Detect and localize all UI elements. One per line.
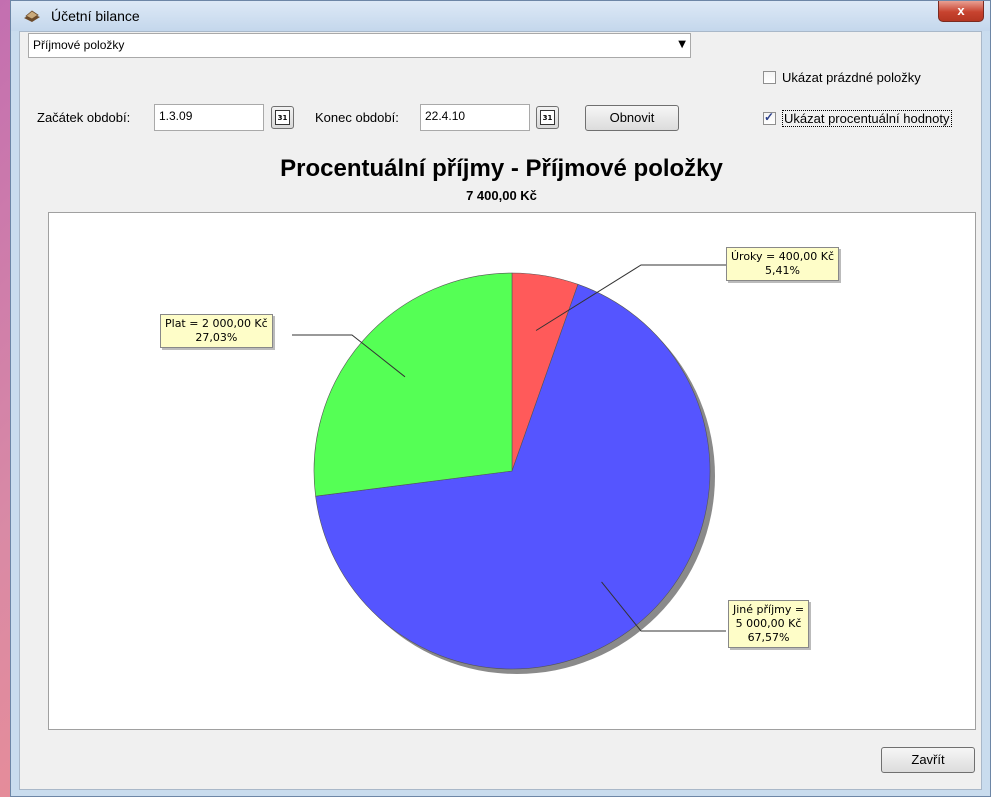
start-date-calendar-button[interactable]: 31 <box>271 106 294 129</box>
show-percent-checkbox-row[interactable]: ✓ Ukázat procentuální hodnoty <box>763 110 952 127</box>
pie-slice-2 <box>313 272 513 497</box>
end-date-label: Konec období: <box>315 110 399 125</box>
show-empty-checkbox[interactable] <box>763 71 776 84</box>
callout-jine-prijmy: Jiné příjmy = 5 000,00 Kč 67,57% <box>728 600 810 648</box>
callout-uroky-line1: Úroky = 400,00 Kč <box>731 250 835 263</box>
app-icon <box>24 10 40 22</box>
close-icon: x <box>957 3 965 18</box>
window: Účetní bilance x Příjmové položky ▼ Ukáz… <box>10 0 991 797</box>
window-title: Účetní bilance <box>51 8 140 24</box>
callout-uroky-line2: 5,41% <box>765 264 800 277</box>
callout-jine-line3: 67,57% <box>747 631 790 644</box>
show-percent-checkbox[interactable]: ✓ <box>763 110 776 125</box>
end-date-input[interactable]: 22.4.10 <box>420 104 530 131</box>
callout-plat-line2: 27,03% <box>195 331 238 344</box>
title-bar: Účetní bilance x <box>11 1 990 31</box>
show-empty-label: Ukázat prázdné položky <box>782 70 921 85</box>
category-select[interactable]: Příjmové položky ▼ <box>28 33 691 58</box>
end-date-calendar-button[interactable]: 31 <box>536 106 559 129</box>
category-select-value: Příjmové položky <box>33 38 125 52</box>
callout-uroky: Úroky = 400,00 Kč 5,41% <box>726 247 840 281</box>
callout-jine-line2: 5 000,00 Kč <box>735 617 802 630</box>
callout-plat-line1: Plat = 2 000,00 Kč <box>165 317 268 330</box>
callout-jine-line1: Jiné příjmy = <box>733 603 805 616</box>
calendar-icon: 31 <box>275 110 290 125</box>
close-button[interactable]: Zavřít <box>881 747 975 773</box>
check-icon: ✓ <box>764 110 775 124</box>
chart-area: Úroky = 400,00 Kč 5,41% Jiné příjmy = 5 … <box>48 212 976 730</box>
close-window-button[interactable]: x <box>938 1 984 22</box>
start-date-label: Začátek období: <box>37 110 131 125</box>
callout-plat: Plat = 2 000,00 Kč 27,03% <box>160 314 273 348</box>
pie-chart <box>292 264 726 674</box>
start-date-input[interactable]: 1.3.09 <box>154 104 264 131</box>
refresh-button[interactable]: Obnovit <box>585 105 679 131</box>
calendar-icon: 31 <box>540 110 555 125</box>
chart-total: 7 400,00 Kč <box>466 188 537 203</box>
chart-title: Procentuální příjmy - Příjmové položky <box>280 155 723 182</box>
chevron-down-icon[interactable]: ▼ <box>678 39 686 50</box>
show-percent-label: Ukázat procentuální hodnoty <box>782 110 952 127</box>
show-empty-checkbox-row[interactable]: Ukázat prázdné položky <box>763 70 921 85</box>
